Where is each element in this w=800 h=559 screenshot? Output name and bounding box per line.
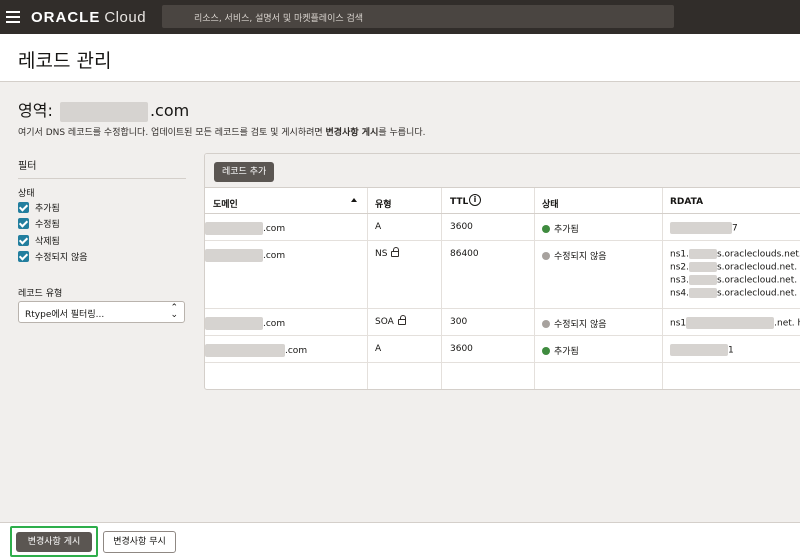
redacted-domain: [205, 344, 285, 357]
zone-description: 여기서 DNS 레코드를 수정합니다. 업데이트된 모든 레코드를 검토 및 게…: [18, 128, 426, 138]
status-cell: 추가됨: [542, 344, 579, 357]
sort-ascending-icon[interactable]: [351, 198, 357, 202]
record-type-label: 레코드 유형: [18, 289, 63, 299]
domain-cell: .com: [205, 222, 285, 235]
checkbox-checked-icon[interactable]: [18, 250, 29, 262]
status-checkbox-modified[interactable]: 수정됨: [18, 216, 60, 230]
column-header-ttl[interactable]: TTL: [450, 197, 468, 207]
status-added-icon: [542, 225, 550, 233]
hamburger-menu-icon[interactable]: [6, 11, 20, 23]
status-unmodified-icon: [542, 320, 550, 328]
records-table: 레코드 추가 도메인 유형 TTL i 상태 RDATA .com A 3600…: [204, 153, 800, 390]
status-cell: 추가됨: [542, 222, 579, 235]
domain-cell: .com: [205, 249, 285, 262]
filter-divider: [18, 178, 186, 179]
ttl-cell: 300: [450, 317, 468, 327]
status-added-icon: [542, 347, 550, 355]
table-row[interactable]: .com NS 86400 수정되지 않음 ns1. s.oracleclouds…: [205, 241, 800, 309]
table-header-row: 도메인 유형 TTL i 상태 RDATA: [205, 188, 800, 214]
rdata-cell: ns1.net. h: [670, 317, 800, 329]
lock-icon: [391, 247, 400, 257]
column-header-rdata[interactable]: RDATA: [670, 197, 703, 207]
ttl-cell: 86400: [450, 249, 479, 259]
table-row[interactable]: .com SOA 300 수정되지 않음 ns1.net. h: [205, 309, 800, 336]
ttl-cell: 3600: [450, 344, 473, 354]
status-unmodified-icon: [542, 252, 550, 260]
info-icon[interactable]: i: [469, 194, 481, 206]
type-cell: A: [375, 344, 382, 354]
search-input[interactable]: 리소스, 서비스, 설명서 및 마켓플레이스 검색: [162, 5, 674, 28]
status-filter-label: 상태: [18, 189, 35, 199]
record-type-select[interactable]: Rtype에서 필터링... ⌃ ⌄: [18, 301, 185, 323]
table-toolbar: 레코드 추가: [205, 154, 800, 188]
rdata-cell: 1: [670, 344, 734, 356]
redacted-zone-name: [59, 101, 148, 122]
column-header-type[interactable]: 유형: [375, 197, 392, 210]
page-header: 레코드 관리: [0, 34, 800, 82]
checkbox-checked-icon[interactable]: [18, 201, 29, 213]
rdata-cell: ns1. s.oracleclouds.net. ns2. s.oracleclou…: [670, 249, 800, 299]
redacted-domain: [205, 222, 263, 235]
type-cell: A: [375, 222, 382, 232]
zone-title: 영역: .com: [18, 101, 190, 122]
add-record-button[interactable]: 레코드 추가: [214, 162, 275, 182]
status-checkbox-deleted[interactable]: 삭제됨: [18, 233, 60, 247]
filter-title: 필터: [18, 161, 37, 172]
status-checkbox-added[interactable]: 추가됨: [18, 200, 60, 214]
oracle-cloud-logo[interactable]: ORACLE Cloud: [31, 9, 146, 26]
table-row[interactable]: .com A 3600 추가됨 1: [205, 336, 800, 363]
redacted-domain: [205, 317, 263, 330]
column-header-domain[interactable]: 도메인: [213, 197, 238, 210]
redacted-rdata: [686, 317, 775, 329]
chevron-updown-icon: ⌃ ⌄: [170, 303, 178, 320]
page-title: 레코드 관리: [18, 50, 112, 72]
lock-icon: [397, 315, 406, 325]
ttl-cell: 3600: [450, 222, 473, 232]
redacted-domain: [205, 249, 263, 262]
status-checkbox-unmodified[interactable]: 수정되지 않음: [18, 249, 88, 263]
redacted-rdata: [670, 344, 728, 356]
checkbox-checked-icon[interactable]: [18, 217, 29, 229]
domain-cell: .com: [205, 344, 307, 357]
domain-cell: .com: [205, 317, 285, 330]
publish-changes-button[interactable]: 변경사항 게시: [16, 532, 92, 552]
table-row[interactable]: .com A 3600 추가됨 7: [205, 214, 800, 241]
rdata-cell: 7: [670, 222, 738, 234]
column-header-status[interactable]: 상태: [542, 197, 559, 210]
redacted-rdata: [670, 222, 732, 234]
status-cell: 수정되지 않음: [542, 249, 607, 262]
type-cell: NS: [375, 247, 400, 259]
discard-changes-button[interactable]: 변경사항 무시: [103, 531, 176, 553]
type-cell: SOA: [375, 315, 406, 327]
checkbox-checked-icon[interactable]: [18, 234, 29, 246]
top-navigation-bar: ORACLE Cloud 리소스, 서비스, 설명서 및 마켓플레이스 검색: [0, 0, 800, 34]
status-cell: 수정되지 않음: [542, 317, 607, 330]
